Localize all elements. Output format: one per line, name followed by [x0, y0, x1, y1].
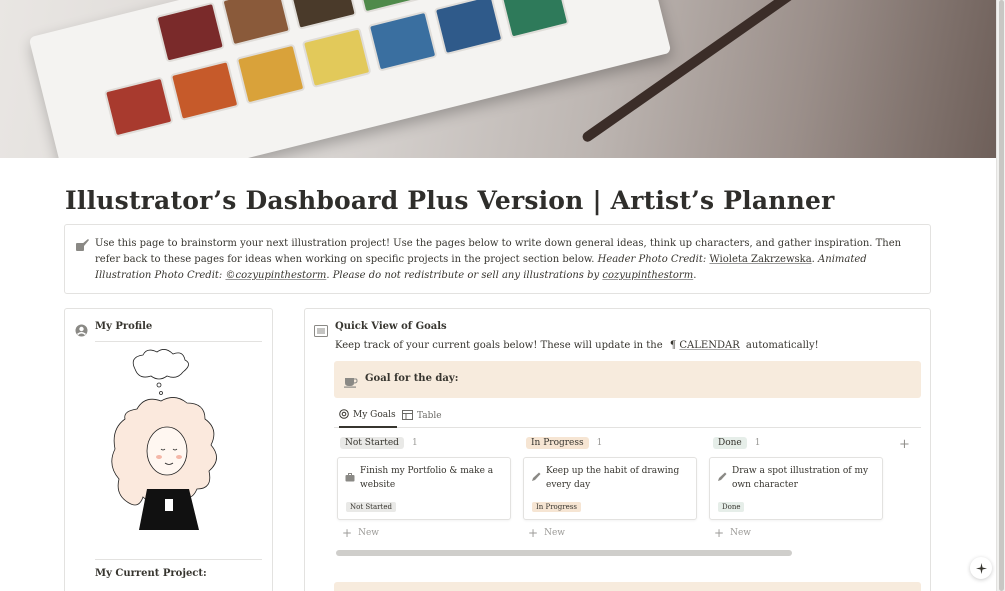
page-scrollbar[interactable] [996, 0, 1005, 591]
status-pill: Done [713, 437, 747, 449]
column-header-done: Done 1 [713, 436, 761, 450]
goals-subtext-before: Keep track of your current goals below! … [335, 340, 663, 351]
goals-heading: Quick View of Goals [335, 321, 447, 332]
column-count: 1 [754, 438, 761, 448]
header-credit-label: Header Photo Credit: [597, 254, 707, 265]
target-icon [339, 408, 349, 422]
calendar-icon: ¶ [669, 340, 677, 351]
new-label: New [544, 528, 565, 538]
goal-card-title: Draw a spot illustration of my own chara… [732, 466, 869, 490]
column-header-in-progress: In Progress 1 [526, 436, 602, 450]
goal-for-day-label: Goal for the day: [365, 373, 459, 384]
plus-icon: + [714, 526, 725, 540]
status-badge: Not Started [346, 502, 396, 512]
page-scrollbar-thumb[interactable] [999, 0, 1004, 591]
goals-subtext-after: automatically! [745, 340, 819, 351]
goals-subtext: Keep track of your current goals below! … [335, 340, 819, 351]
new-card-button[interactable]: + New [528, 526, 565, 540]
goal-card[interactable]: Draw a spot illustration of my own chara… [709, 457, 883, 520]
new-label: New [730, 528, 751, 538]
tab-my-goals[interactable]: My Goals [339, 404, 397, 428]
goals-board: Not Started 1 Finish my Portfolio & make… [334, 435, 921, 555]
coffee-cup-icon [344, 373, 358, 392]
goal-card[interactable]: Keep up the habit of drawing every day I… [523, 457, 697, 520]
view-tabs: My Goals Table [334, 404, 921, 428]
status-pill: Not Started [340, 437, 404, 449]
notice-artist-link[interactable]: cozyupinthestorm [602, 270, 693, 281]
calendar-link[interactable]: CALENDAR [679, 340, 739, 351]
tab-my-goals-label: My Goals [353, 410, 396, 420]
status-pill: In Progress [526, 437, 589, 449]
board-scrollbar-thumb[interactable] [336, 550, 792, 556]
dashboard-icon [314, 322, 328, 341]
intro-text: Use this page to brainstorm your next il… [95, 236, 913, 284]
current-project-heading: My Current Project: [95, 568, 207, 579]
animated-credit-link[interactable]: ©cozyupinthestorm [225, 270, 326, 281]
goal-card-title: Keep up the habit of drawing every day [546, 466, 680, 490]
notice-period: . [693, 270, 697, 281]
redistribution-notice: Please do not redistribute or sell any i… [332, 270, 600, 281]
tab-table[interactable]: Table [402, 404, 442, 428]
header-cover-image [0, 0, 996, 158]
pencil-icon [531, 467, 541, 486]
sparkle-icon [975, 559, 987, 578]
briefcase-icon [345, 467, 355, 486]
new-label: New [358, 528, 379, 538]
column-count: 1 [596, 438, 603, 448]
profile-panel: My Profile My Current Project: [64, 308, 273, 591]
add-group-button[interactable]: + [899, 437, 910, 452]
profile-heading: My Profile [95, 321, 153, 332]
status-badge: In Progress [532, 502, 581, 512]
profile-divider [95, 341, 262, 342]
column-count: 1 [411, 438, 418, 448]
goal-for-day-callout: Goal for the day: [334, 361, 921, 398]
status-badge: Done [718, 502, 745, 512]
plus-icon: + [528, 526, 539, 540]
new-card-button[interactable]: + New [342, 526, 379, 540]
column-header-not-started: Not Started 1 [340, 436, 418, 450]
pencil-icon [717, 467, 727, 486]
credit-period: . [811, 254, 815, 265]
header-credit-link[interactable]: Wioleta Zakrzewska [709, 254, 811, 265]
help-button[interactable] [970, 557, 992, 579]
intro-callout: Use this page to brainstorm your next il… [64, 224, 931, 294]
credit-period-2: . [326, 270, 330, 281]
lower-callout [334, 582, 921, 591]
table-icon [402, 409, 413, 423]
new-card-button[interactable]: + New [714, 526, 751, 540]
goals-panel: Quick View of Goals Keep track of your c… [304, 308, 931, 591]
page-title: Illustrator’s Dashboard Plus Version | A… [65, 186, 835, 215]
watercolor-palette-image [28, 0, 672, 158]
paintbrush-icon [75, 237, 89, 251]
animated-illustration-avatar [95, 349, 253, 530]
user-circle-icon [75, 322, 88, 341]
tab-table-label: Table [417, 411, 442, 421]
goal-card-title: Finish my Portfolio & make a website [360, 466, 494, 490]
goal-card[interactable]: Finish my Portfolio & make a website Not… [337, 457, 511, 520]
profile-divider-2 [95, 559, 262, 560]
plus-icon: + [342, 526, 353, 540]
board-horizontal-scrollbar[interactable] [334, 549, 921, 557]
